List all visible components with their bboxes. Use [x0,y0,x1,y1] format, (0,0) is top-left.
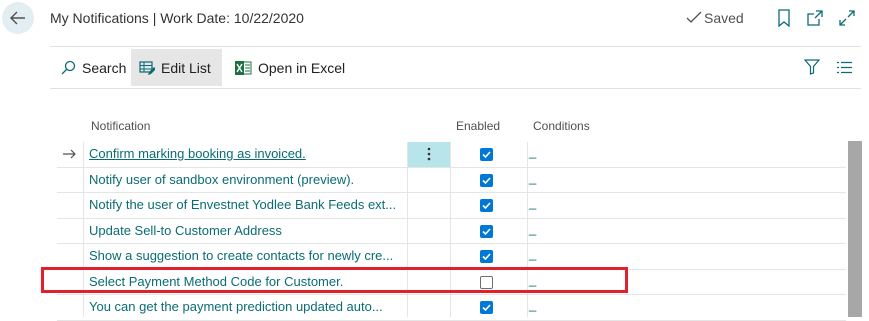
saved-status: Saved [686,10,744,26]
table-row[interactable]: Notify user of sandbox environment (prev… [57,168,846,193]
conditions-link[interactable]: _ [529,246,536,261]
open-in-excel-label: Open in Excel [258,59,346,76]
edit-list-label: Edit List [161,59,211,76]
search-button[interactable]: Search [52,49,134,86]
table-row[interactable]: Confirm marking booking as invoiced. _ [57,142,846,168]
conditions-link[interactable]: _ [529,221,536,236]
back-arrow-icon [10,11,25,25]
notification-name[interactable]: Update Sell-to Customer Address [89,219,405,244]
notification-name[interactable]: Notify user of sandbox environment (prev… [89,168,405,193]
back-button[interactable] [2,2,34,34]
search-icon [61,60,76,74]
enabled-checkbox[interactable] [480,250,493,263]
notification-name[interactable]: Show a suggestion to create contacts for… [89,244,405,269]
vertical-scrollbar[interactable] [848,141,862,317]
page-title: My Notifications | Work Date: 10/22/2020 [50,10,304,26]
saved-label: Saved [704,10,744,26]
row-actions-icon[interactable] [408,142,450,167]
table-row[interactable]: Update Sell-to Customer Address _ [57,219,846,244]
notification-name[interactable]: Notify the user of Envestnet Yodlee Bank… [89,193,405,218]
enabled-checkbox[interactable] [480,301,493,314]
search-label: Search [82,59,127,76]
list-view-icon[interactable] [837,61,852,74]
filter-icon[interactable] [804,59,820,75]
expand-icon[interactable] [838,9,856,27]
notification-name[interactable]: Confirm marking booking as invoiced. [89,142,405,167]
table-row[interactable]: Notify the user of Envestnet Yodlee Bank… [57,193,846,219]
enabled-checkbox[interactable] [480,148,493,161]
conditions-link[interactable]: _ [529,195,536,210]
open-in-excel-button[interactable]: Open in Excel [227,49,353,86]
toolbar-divider [50,88,861,89]
table-row[interactable]: Show a suggestion to create contacts for… [57,244,846,270]
enabled-checkbox[interactable] [480,224,493,238]
column-header-enabled[interactable]: Enabled [456,119,500,133]
conditions-link[interactable]: _ [529,297,536,312]
enabled-checkbox[interactable] [480,173,493,187]
checkmark-icon [686,11,702,23]
highlight-box [41,267,628,293]
header-divider [50,46,861,47]
column-header-notification[interactable]: Notification [91,119,150,133]
column-header-conditions[interactable]: Conditions [533,119,590,133]
current-row-arrow-icon [57,142,83,167]
conditions-link[interactable]: _ [529,144,536,159]
enabled-checkbox[interactable] [480,199,493,212]
conditions-link[interactable]: _ [529,170,536,185]
bookmark-icon[interactable] [777,9,791,27]
notification-name[interactable]: You can get the payment prediction updat… [89,295,405,320]
open-new-window-icon[interactable] [806,9,824,27]
excel-icon [235,60,252,75]
notifications-grid: Confirm marking booking as invoiced. _ N… [57,142,846,321]
edit-list-icon [139,60,155,75]
edit-list-button[interactable]: Edit List [131,49,222,86]
